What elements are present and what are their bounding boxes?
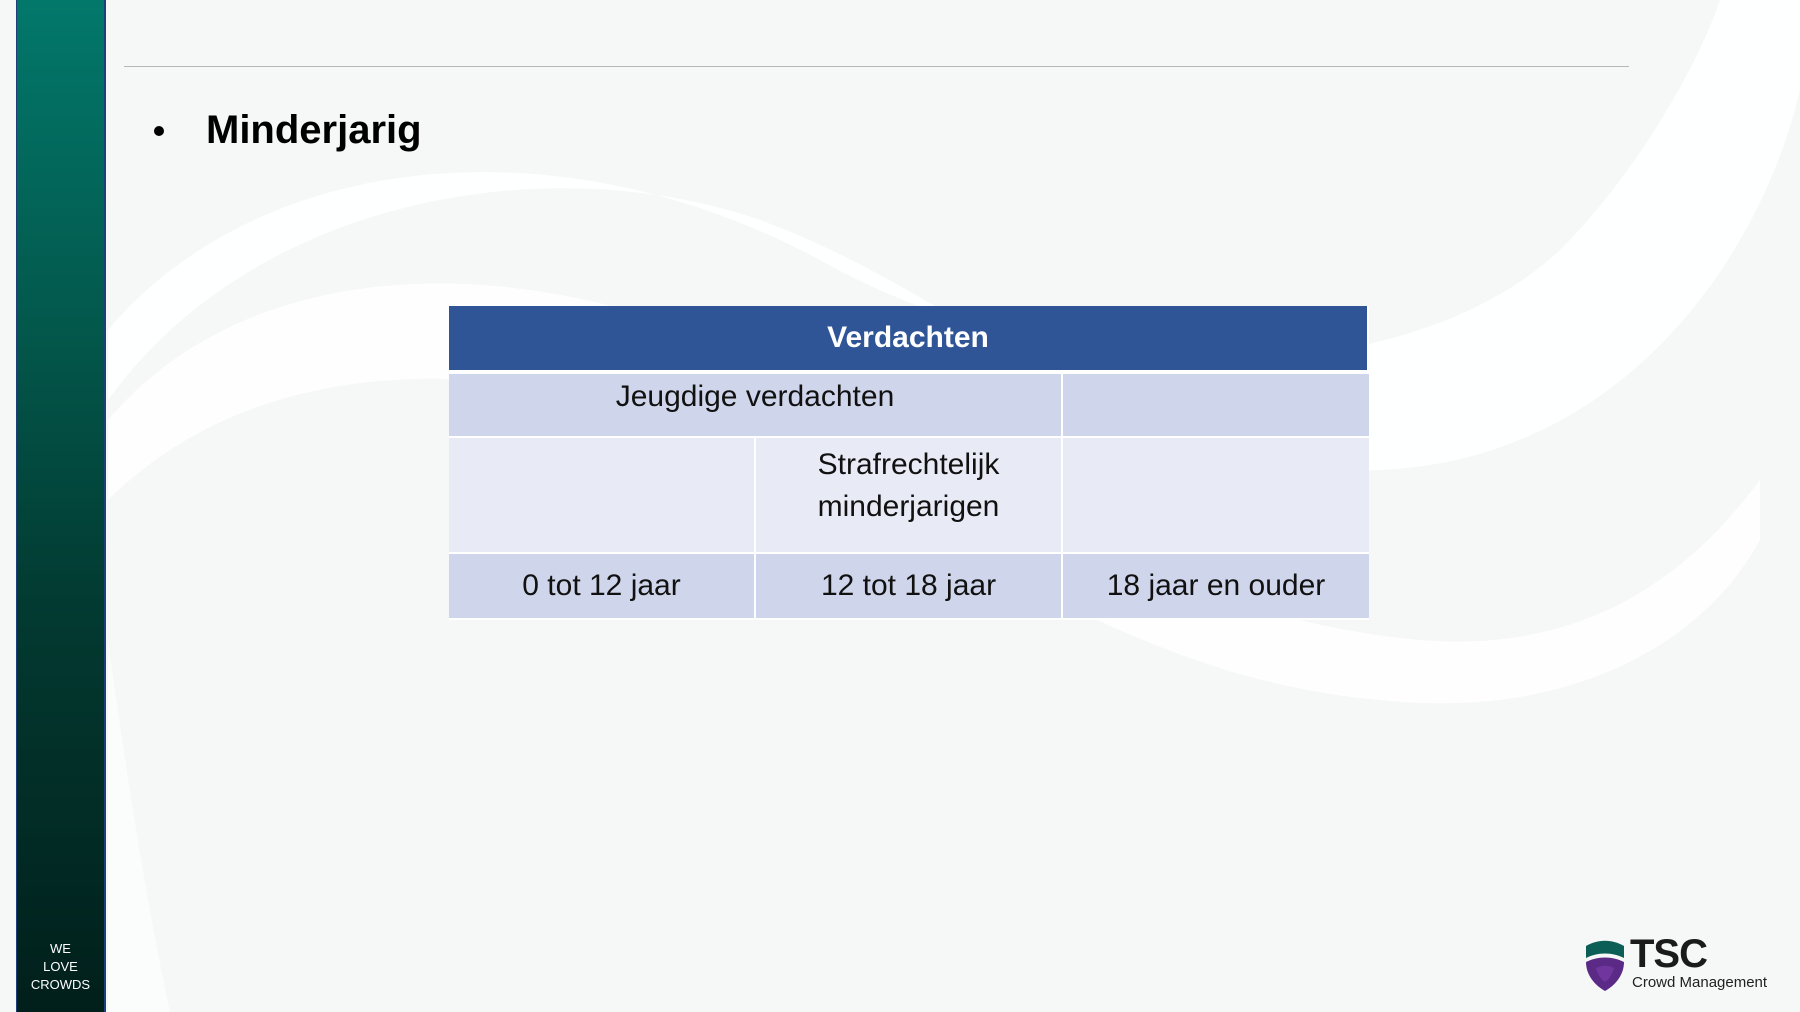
shield-logo-icon: [1586, 940, 1624, 991]
table-row: 0 tot 12 jaar 12 tot 18 jaar 18 jaar en …: [449, 554, 1369, 620]
slogan-line-2: LOVE: [43, 959, 78, 974]
table-cell-age-18-plus: 18 jaar en ouder: [1063, 554, 1369, 620]
table-row: Strafrechtelijk minderjarigen: [449, 438, 1369, 554]
table-row: Jeugdige verdachten: [449, 374, 1369, 438]
slogan-line-1: WE: [50, 941, 71, 956]
table-header-cell: Verdachten: [449, 306, 1369, 374]
bullet-item: Minderjarig: [154, 108, 422, 153]
table-cell-empty: [1063, 438, 1369, 554]
sidebar-accent-bar: WE LOVE CROWDS: [16, 0, 106, 1012]
table-cell-empty: [449, 438, 756, 554]
table-cell-age-12-18: 12 tot 18 jaar: [756, 554, 1063, 620]
slogan-line-3: CROWDS: [30, 977, 91, 992]
tsc-logo: TSC Crowd Management: [1582, 932, 1778, 998]
bullet-dot-icon: [154, 125, 164, 136]
table-cell-youth-suspects: Jeugdige verdachten: [449, 374, 1063, 438]
suspects-table: Verdachten Jeugdige verdachten Strafrech…: [449, 306, 1369, 620]
table-cell-age-0-12: 0 tot 12 jaar: [449, 554, 756, 620]
logo-name: TSC: [1630, 932, 1708, 976]
table-cell-criminal-minors: Strafrechtelijk minderjarigen: [756, 438, 1063, 554]
logo-subtitle: Crowd Management: [1632, 974, 1768, 991]
table-cell-empty: [1063, 374, 1369, 438]
bullet-text: Minderjarig: [206, 108, 422, 152]
sidebar-slogan: WE LOVE CROWDS: [17, 940, 104, 994]
top-divider: [124, 66, 1629, 67]
